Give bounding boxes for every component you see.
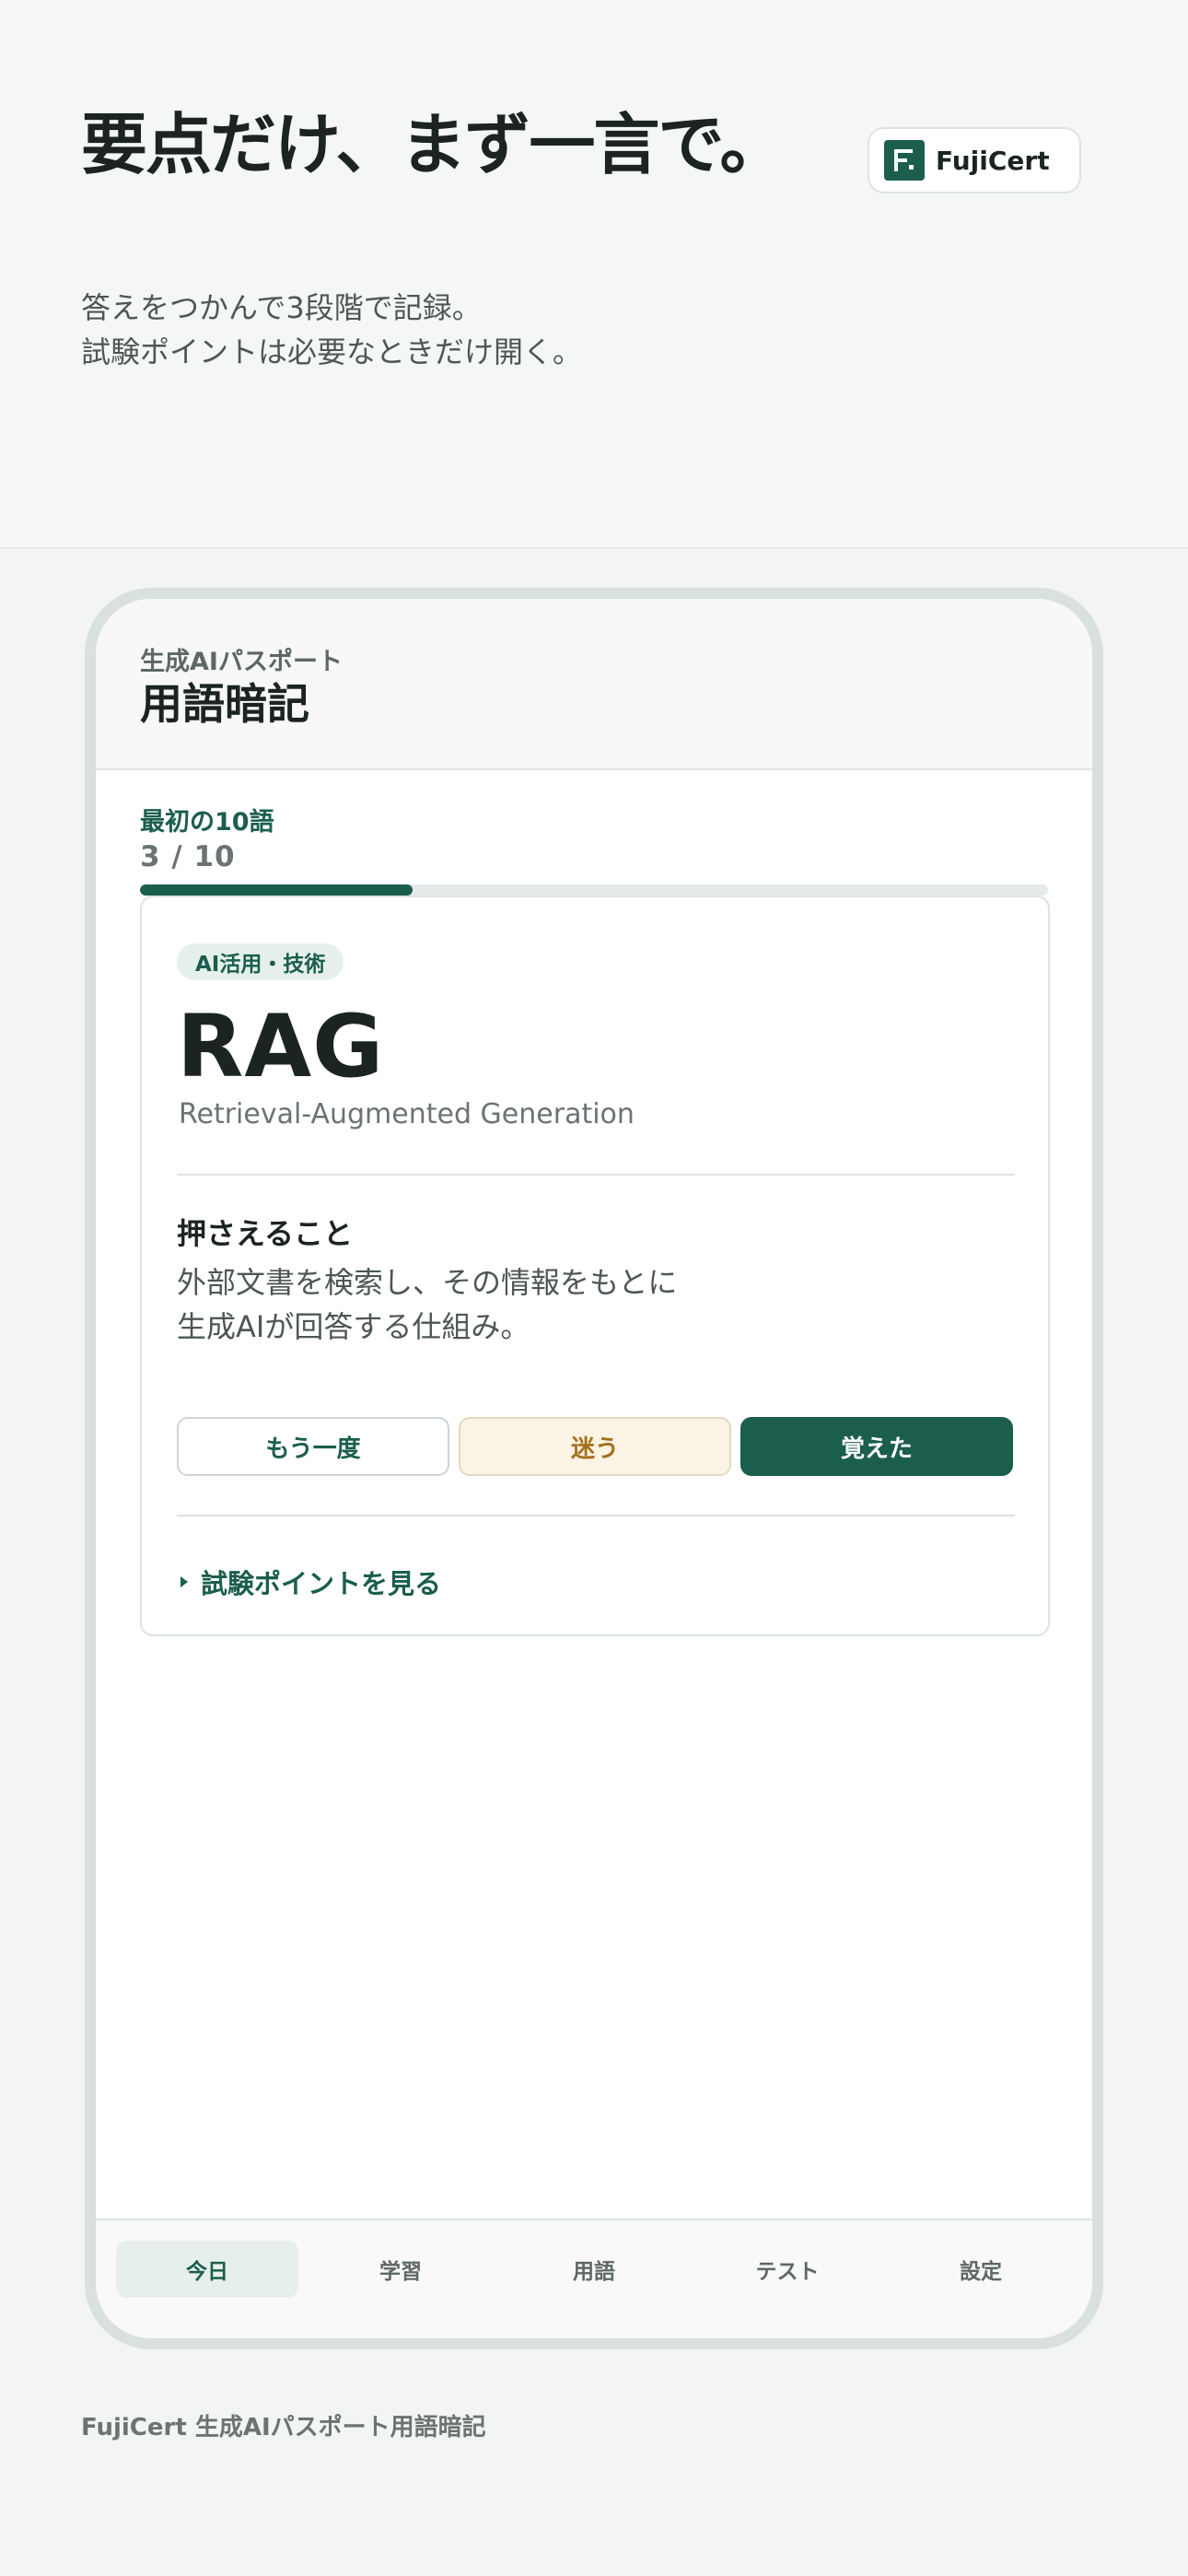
tab-bar: 今日 学習 用語 テスト 設定	[96, 2219, 1092, 2338]
tab-terms[interactable]: 用語	[503, 2241, 685, 2298]
brand-logo-icon	[884, 140, 925, 181]
exam-points-label: 試験ポイントを見る	[201, 1568, 442, 1599]
card-divider	[177, 1515, 1015, 1516]
app-title: 用語暗記	[140, 679, 309, 729]
again-button[interactable]: もう一度	[177, 1417, 449, 1476]
caret-right-icon	[181, 1576, 188, 1587]
brand-badge: FujiCert	[868, 127, 1081, 193]
keypoint-line: 生成AIが回答する仕組み。	[177, 1309, 530, 1344]
exam-points-toggle[interactable]: 試験ポイントを見る	[181, 1563, 441, 1601]
unsure-button[interactable]: 迷う	[459, 1417, 731, 1476]
hero-subcopy-line: 答えをつかんで3段階で記録。	[81, 290, 482, 325]
brand-name: FujiCert	[936, 145, 1050, 176]
progress-count: 3 / 10	[140, 840, 236, 873]
tab-test[interactable]: テスト	[696, 2241, 879, 2298]
keypoint-heading: 押さえること	[177, 1216, 354, 1251]
tab-today[interactable]: 今日	[116, 2241, 298, 2298]
keypoint-line: 外部文書を検索し、その情報をもとに	[177, 1265, 678, 1300]
footer-text: FujiCert 生成AIパスポート用語暗記	[81, 2414, 486, 2441]
term: RAG	[177, 997, 385, 1097]
hero-subcopy-line: 試験ポイントは必要なときだけ開く。	[81, 334, 583, 369]
app-header: 生成AIパスポート 用語暗記	[96, 599, 1092, 770]
hero-section: 要点だけ、まず一言で。 FujiCert 答えをつかんで3段階で記録。 試験ポイ…	[0, 0, 1188, 549]
tab-settings[interactable]: 設定	[890, 2241, 1072, 2298]
got-it-button[interactable]: 覚えた	[740, 1417, 1013, 1476]
tab-study[interactable]: 学習	[309, 2241, 492, 2298]
category-tag: AI活用・技術	[177, 943, 344, 980]
word-set-name: 最初の10語	[140, 808, 274, 837]
card-divider	[177, 1174, 1015, 1176]
page: 要点だけ、まず一言で。 FujiCert 答えをつかんで3段階で記録。 試験ポイ…	[0, 0, 1188, 2576]
app-body: 最初の10語 3 / 10 AI活用・技術 RAG Retrieval-Augm…	[96, 770, 1092, 2219]
phone-frame: 生成AIパスポート 用語暗記 最初の10語 3 / 10 AI活用・技術 RAG…	[85, 588, 1103, 2349]
keypoint-text: 外部文書を検索し、その情報をもとに 生成AIが回答する仕組み。	[177, 1260, 677, 1349]
flashcard: AI活用・技術 RAG Retrieval-Augmented Generati…	[140, 896, 1050, 1636]
term-full-name: Retrieval-Augmented Generation	[179, 1098, 635, 1130]
progress-bar	[140, 884, 1048, 896]
hero-subcopy: 答えをつかんで3段階で記録。 試験ポイントは必要なときだけ開く。	[81, 286, 582, 374]
hero-headline: 要点だけ、まず一言で。	[81, 106, 786, 183]
progress-bar-fill	[140, 884, 413, 896]
